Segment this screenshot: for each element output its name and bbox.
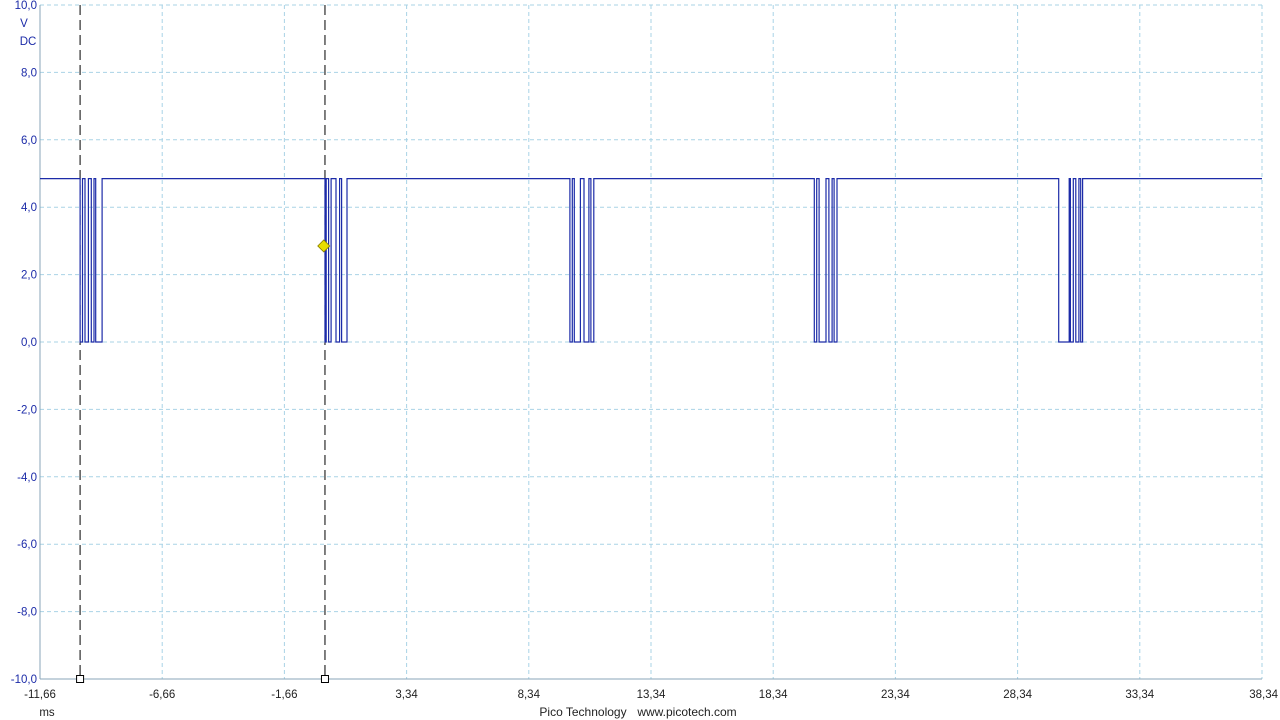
x-tick-label: 23,34 [881,689,910,701]
y-tick-label: 2,0 [21,270,37,282]
time-ruler-handle[interactable] [320,675,329,683]
x-tick-label: 28,34 [1003,689,1032,701]
scope-chart: 10,0 8,0 6,0 4,0 2,0 0,0 -2,0 -4,0 -6,0 -8,0 -10,0… [11,0,1279,719]
x-tick-label: 18,34 [759,689,788,701]
y-unit-label: V [20,18,28,30]
footer-url: www.picotech.com [636,705,736,719]
y-tick-label: -10,0 [11,674,37,686]
x-tick-label: 13,34 [637,689,666,701]
y-tick-label: 10,0 [15,0,37,12]
y-tick-label: 8,0 [21,67,37,79]
y-axis-labels: 10,0 8,0 6,0 4,0 2,0 0,0 -2,0 -4,0 -6,0 -8,0 -10,0 [11,0,37,686]
y-tick-label: -2,0 [17,404,37,416]
y-tick-label: -4,0 [17,472,37,484]
x-tick-label: -11,66 [24,689,56,701]
y-tick-label: 6,0 [21,135,37,147]
time-rulers[interactable] [76,5,329,683]
x-tick-label: -1,66 [271,689,297,701]
x-tick-label: 33,34 [1125,689,1154,701]
x-tick-label: -6,66 [149,689,175,701]
x-tick-label: 8,34 [518,689,541,701]
x-tick-label: 3,34 [395,689,418,701]
trigger-marker[interactable] [317,239,331,253]
y-tick-label: -6,0 [17,539,37,551]
y-tick-label: -8,0 [17,607,37,619]
time-ruler-handle[interactable] [76,675,85,683]
x-axis-labels: -11,66 -6,66 -1,66 3,34 8,34 13,34 18,34 23,34 2… [24,689,1278,701]
y-coupling-label: DC [20,36,37,48]
y-tick-label: 4,0 [21,202,37,214]
x-tick-label: 38,34 [1249,689,1278,701]
x-unit-label: ms [39,707,55,719]
y-tick-label: 0,0 [21,337,37,349]
footer-brand: Pico Technology [539,705,626,719]
